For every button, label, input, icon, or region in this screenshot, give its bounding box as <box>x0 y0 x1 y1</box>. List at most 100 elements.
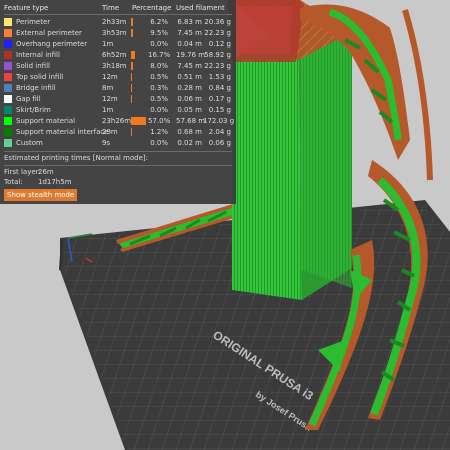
feature-length: 0.06 m <box>177 95 202 103</box>
feature-percentage: 0.5% <box>150 73 168 81</box>
feature-weight: 0.84 g <box>208 84 231 92</box>
total-time: Total: 1d17h5m <box>4 179 72 186</box>
feature-length: 0.28 m <box>177 84 202 92</box>
percentage-bar <box>131 95 132 103</box>
feature-time: 2h33m <box>102 18 127 26</box>
feature-weight: 0.15 g <box>208 106 231 114</box>
percentage-bar <box>131 18 133 26</box>
feature-percentage: 0.0% <box>150 139 168 147</box>
feature-percentage: 0.3% <box>150 84 168 92</box>
color-swatch <box>4 40 12 48</box>
feature-time: 3h53m <box>102 29 127 37</box>
header-feature-type: Feature type <box>4 4 49 12</box>
color-swatch <box>4 62 12 70</box>
feature-length: 0.02 m <box>177 139 202 147</box>
feature-weight: 58.92 g <box>204 51 231 59</box>
percentage-bar <box>131 62 134 70</box>
feature-percentage: 16.7% <box>148 51 171 59</box>
feature-time: 6h52m <box>102 51 127 59</box>
feature-length: 0.68 m <box>177 128 202 136</box>
legend-row[interactable]: Perimeter 2h33m 6.2% 6.83 m 20.36 g <box>0 17 236 28</box>
feature-name: Support material interface <box>16 128 109 136</box>
percentage-bar <box>131 128 132 136</box>
feature-time: 23h26m <box>102 117 132 125</box>
color-swatch <box>4 139 12 147</box>
feature-length: 19.76 m <box>176 51 206 59</box>
legend-row[interactable]: Support material 23h26m 57.0% 57.68 m 172.03… <box>0 116 236 127</box>
percentage-bar <box>131 73 132 81</box>
feature-percentage: 57.0% <box>148 117 171 125</box>
feature-length: 7.45 m <box>177 29 202 37</box>
feature-weight: 2.04 g <box>208 128 231 136</box>
feature-name: Internal infill <box>16 51 60 59</box>
feature-time: 9s <box>102 139 111 147</box>
feature-weight: 0.06 g <box>208 139 231 147</box>
feature-time: 8m <box>102 84 114 92</box>
feature-name: Gap fill <box>16 95 41 103</box>
feature-percentage: 0.5% <box>150 95 168 103</box>
legend-row[interactable]: Solid infill 3h18m 8.0% 7.45 m 22.23 g <box>0 61 236 72</box>
feature-time: 1m <box>102 40 114 48</box>
color-swatch <box>4 117 12 125</box>
feature-length: 57.68 m <box>176 117 206 125</box>
total-label: Total: <box>4 178 23 186</box>
legend-row[interactable]: Top solid infill 12m 0.5% 0.51 m 1.53 g <box>0 72 236 83</box>
feature-percentage: 8.0% <box>150 62 168 70</box>
color-swatch <box>4 106 12 114</box>
legend-divider <box>4 165 232 166</box>
feature-percentage: 9.5% <box>150 29 168 37</box>
feature-weight: 0.12 g <box>208 40 231 48</box>
legend-row[interactable]: Gap fill 12m 0.5% 0.06 m 0.17 g <box>0 94 236 105</box>
feature-name: Bridge infill <box>16 84 56 92</box>
color-swatch <box>4 95 12 103</box>
total-value: 1d17h5m <box>38 178 72 186</box>
first-layer-label: First layer: <box>4 168 41 176</box>
feature-length: 6.83 m <box>177 18 202 26</box>
legend-divider <box>4 14 232 15</box>
feature-weight: 0.17 g <box>208 95 231 103</box>
feature-name: Overhang perimeter <box>16 40 88 48</box>
feature-name: Top solid infill <box>16 73 64 81</box>
feature-length: 0.51 m <box>177 73 202 81</box>
legend-row[interactable]: Bridge infill 8m 0.3% 0.28 m 0.84 g <box>0 83 236 94</box>
feature-time: 1m <box>102 106 114 114</box>
feature-name: Skirt/Brim <box>16 106 51 114</box>
feature-length: 7.45 m <box>177 62 202 70</box>
percentage-bar <box>131 117 146 125</box>
feature-percentage: 6.2% <box>150 18 168 26</box>
color-swatch <box>4 128 12 136</box>
header-time: Time <box>102 4 120 12</box>
feature-weight: 22.23 g <box>204 29 231 37</box>
feature-weight: 1.53 g <box>208 73 231 81</box>
feature-time: 3h18m <box>102 62 127 70</box>
legend-row[interactable]: Internal infill 6h52m 16.7% 19.76 m 58.92 g <box>0 50 236 61</box>
feature-weight: 20.36 g <box>204 18 231 26</box>
show-stealth-mode-button[interactable]: Show stealth mode <box>4 189 78 201</box>
legend-row[interactable]: Skirt/Brim 1m 0.0% 0.05 m 0.15 g <box>0 105 236 116</box>
feature-time: 29m <box>102 128 118 136</box>
header-used-filament: Used filament <box>176 4 225 12</box>
legend-row[interactable]: Overhang perimeter 1m 0.0% 0.04 m 0.12 g <box>0 39 236 50</box>
percentage-bar <box>131 51 136 59</box>
feature-percentage: 0.0% <box>150 106 168 114</box>
color-swatch <box>4 29 12 37</box>
feature-time: 12m <box>102 73 118 81</box>
feature-length: 0.05 m <box>177 106 202 114</box>
percentage-bar <box>131 29 134 37</box>
feature-name: Solid infill <box>16 62 50 70</box>
feature-name: Custom <box>16 139 43 147</box>
first-layer-value: 26m <box>38 168 54 176</box>
legend-row[interactable]: Custom 9s 0.0% 0.02 m 0.06 g <box>0 138 236 149</box>
percentage-bar <box>131 84 132 92</box>
color-swatch <box>4 84 12 92</box>
feature-name: Support material <box>16 117 76 125</box>
color-swatch <box>4 73 12 81</box>
header-percentage: Percentage <box>132 4 172 12</box>
legend-row[interactable]: External perimeter 3h53m 9.5% 7.45 m 22.23 g <box>0 28 236 39</box>
legend-panel: Feature type Time Percentage Used filame… <box>0 0 236 204</box>
first-layer-time: First layer:26m <box>4 169 54 176</box>
feature-name: External perimeter <box>16 29 82 37</box>
color-swatch <box>4 18 12 26</box>
legend-row[interactable]: Support material interface 29m 1.2% 0.68 m 2… <box>0 127 236 138</box>
feature-weight: 172.03 g <box>203 117 235 125</box>
